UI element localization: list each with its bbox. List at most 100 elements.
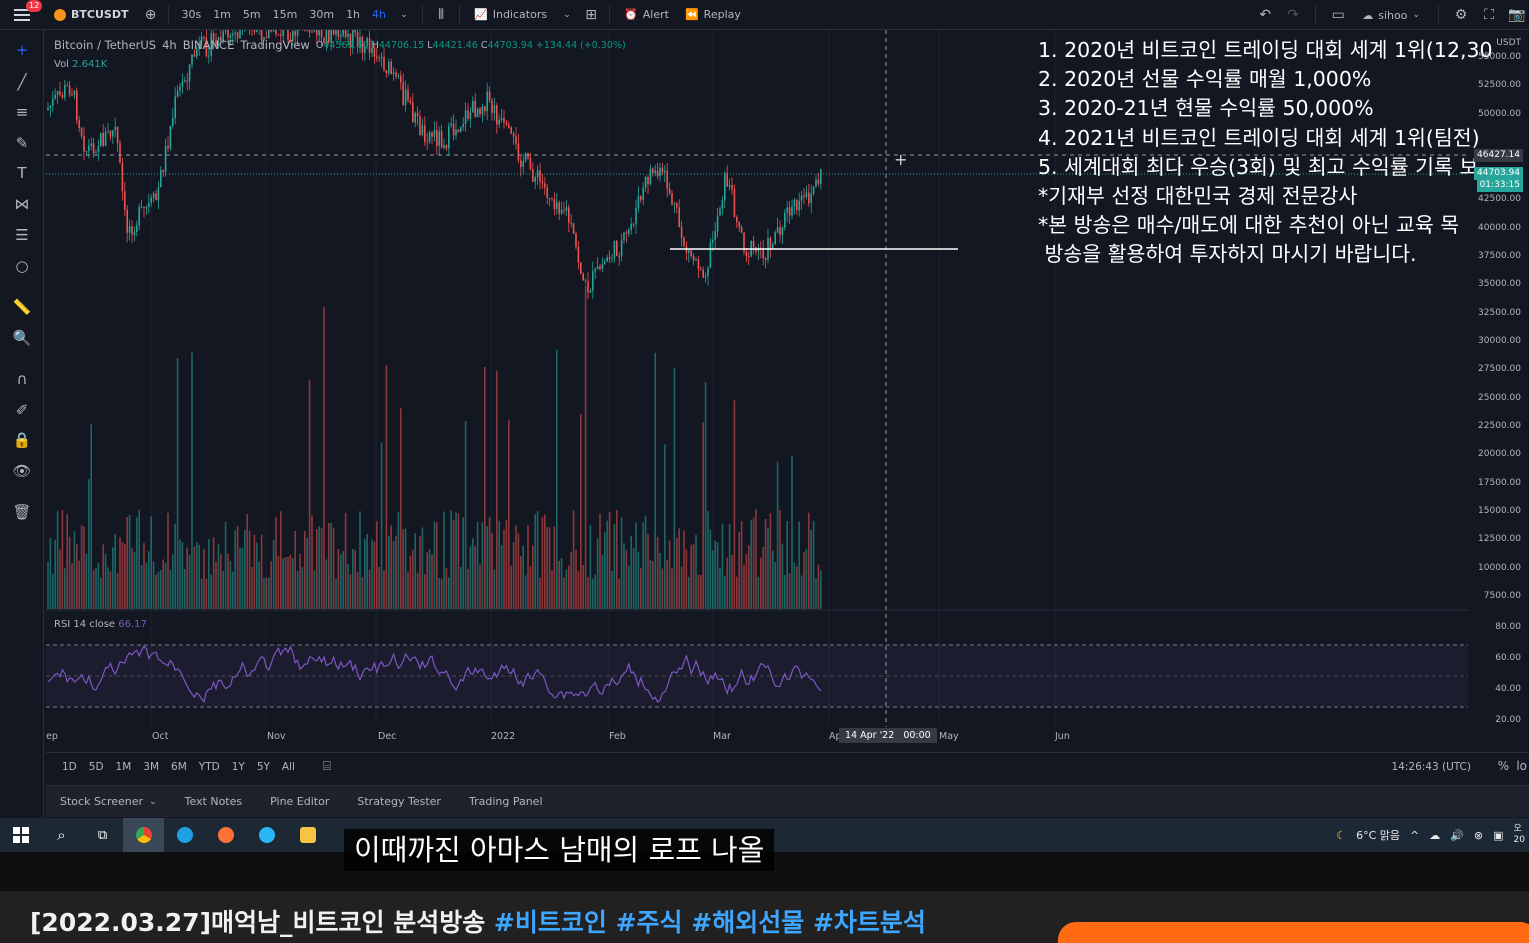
symbol-search[interactable]: BTCUSDT xyxy=(44,8,138,21)
undo-icon[interactable]: ↶ xyxy=(1253,7,1277,23)
svg-text:+: + xyxy=(894,150,907,169)
camera-icon[interactable]: 📷 xyxy=(1505,7,1529,23)
legend-source: TradingView xyxy=(240,38,310,52)
price-label: 50000.00 xyxy=(1478,109,1521,119)
redo-icon[interactable]: ↷ xyxy=(1281,7,1305,23)
interval-4h[interactable]: 4h xyxy=(366,8,392,21)
ruler-icon[interactable]: 📏 xyxy=(10,295,34,319)
tab-pine-editor[interactable]: Pine Editor xyxy=(256,786,343,818)
candle-style-icon[interactable]: ⫴ xyxy=(429,7,453,23)
crosshair-icon[interactable]: + xyxy=(10,38,34,62)
weather-label[interactable]: 6°C 맑음 xyxy=(1356,827,1400,843)
trendline-icon[interactable]: ╱ xyxy=(10,70,34,94)
separator xyxy=(1315,6,1317,24)
fullscreen-rect-icon[interactable]: ▭ xyxy=(1326,7,1350,23)
range-5d[interactable]: 5D xyxy=(83,761,110,773)
firefox-icon[interactable] xyxy=(205,818,246,852)
overlay-line: 방송을 활용하여 투자하지 마시기 바랍니다. xyxy=(1038,242,1417,267)
range-5y[interactable]: 5Y xyxy=(251,761,276,773)
interval-1h[interactable]: 1h xyxy=(340,8,366,21)
fib-icon[interactable]: ≡ xyxy=(10,100,34,124)
clock-fragment[interactable]: 오 20 xyxy=(1514,824,1525,846)
overlay-line: *기재부 선정 대한민국 경제 전문강사 xyxy=(1038,184,1358,209)
range-3m[interactable]: 3M xyxy=(137,761,165,773)
indicators-label: Indicators xyxy=(492,8,548,21)
hashtag-link[interactable]: #차트분석 xyxy=(813,908,926,937)
zoom-icon[interactable]: 🔍 xyxy=(10,326,34,350)
chevron-down-icon[interactable]: ⌄ xyxy=(555,10,579,20)
task-view-icon[interactable]: ⧉ xyxy=(82,818,123,852)
eye-icon[interactable]: 👁 xyxy=(10,459,34,483)
windows-start-icon[interactable] xyxy=(0,818,41,852)
trash-icon[interactable]: 🗑 xyxy=(10,500,34,524)
search-icon[interactable]: ⌕ xyxy=(41,818,82,852)
alert-button[interactable]: ⏰ Alert xyxy=(616,8,677,21)
bird-app-icon[interactable] xyxy=(246,818,287,852)
chevron-up-icon[interactable]: ^ xyxy=(1410,829,1419,842)
volume-legend[interactable]: Vol 2.641K xyxy=(54,59,107,70)
percent-toggle[interactable]: % xyxy=(1498,759,1509,773)
goto-date-icon[interactable]: ⌸ xyxy=(317,759,337,774)
range-1m[interactable]: 1M xyxy=(110,761,138,773)
chart-pane[interactable]: + Bitcoin / TetherUS 4h BINANCE TradingV… xyxy=(46,30,1529,750)
interval-5m[interactable]: 5m xyxy=(237,8,267,21)
hashtag-link[interactable]: #주식 xyxy=(616,908,683,937)
file-explorer-icon[interactable] xyxy=(287,818,328,852)
circle-icon[interactable]: ○ xyxy=(10,254,34,278)
orange-action-button[interactable] xyxy=(1058,922,1529,943)
indicators-button[interactable]: 📈 Indicators xyxy=(466,8,555,21)
magnet-icon[interactable]: ∩ xyxy=(10,367,34,391)
lock-pencil-icon[interactable]: ✐ xyxy=(10,398,34,422)
interval-30m[interactable]: 30m xyxy=(303,8,340,21)
text-icon[interactable]: T xyxy=(10,161,34,185)
indicators-icon: 📈 xyxy=(474,8,488,21)
tab-stock-screener[interactable]: Stock Screener ⌄ xyxy=(46,786,171,818)
replay-button[interactable]: ⏪ Replay xyxy=(677,8,749,21)
interval-15m[interactable]: 15m xyxy=(267,8,304,21)
rsi-axis-label: 40.00 xyxy=(1495,684,1521,694)
time-axis[interactable]: ep Oct Nov Dec 2022 Feb Mar Ap May Jun 1… xyxy=(46,727,1468,747)
expand-icon[interactable]: ⛶ xyxy=(1477,7,1501,23)
alarm-clock-icon: ⏰ xyxy=(624,8,638,21)
tab-strategy-tester[interactable]: Strategy Tester xyxy=(343,786,455,818)
chrome-icon[interactable] xyxy=(123,818,164,852)
hashtag-link[interactable]: #비트코인 xyxy=(494,908,607,937)
tab-text-notes[interactable]: Text Notes xyxy=(171,786,257,818)
ime-icon[interactable]: ▣ xyxy=(1493,829,1503,842)
tab-trading-panel[interactable]: Trading Panel xyxy=(455,786,557,818)
prediction-icon[interactable]: ☰ xyxy=(10,223,34,247)
layout-save-button[interactable]: ☁ sihoo ⌄ xyxy=(1354,9,1428,22)
layout-grid-icon[interactable]: ⊞ xyxy=(579,7,603,23)
menu-button[interactable]: 12 xyxy=(0,0,44,30)
log-toggle[interactable]: lo xyxy=(1516,759,1527,773)
price-axis[interactable]: USDT 55000.00 52500.00 50000.00 42500.00… xyxy=(1468,30,1529,750)
range-6m[interactable]: 6M xyxy=(165,761,193,773)
price-label: 52500.00 xyxy=(1478,80,1521,90)
gear-icon[interactable]: ⚙ xyxy=(1449,7,1473,23)
video-subtitle: 이때까진 아마스 남매의 로프 나올 xyxy=(344,829,775,871)
range-1y[interactable]: 1Y xyxy=(226,761,251,773)
interval-30s[interactable]: 30s xyxy=(175,8,207,21)
date-range-bar: 1D 5D 1M 3M 6M YTD 1Y 5Y All ⌸ 14:26:43 … xyxy=(46,752,1529,780)
symbol-title[interactable]: Bitcoin / TetherUS xyxy=(54,38,156,52)
network-icon[interactable]: ☁ xyxy=(1429,829,1440,842)
pattern-icon[interactable]: ⋈ xyxy=(10,192,34,216)
interval-1m[interactable]: 1m xyxy=(207,8,237,21)
close-circle-icon[interactable]: ⊗ xyxy=(1474,829,1483,842)
utc-clock[interactable]: 14:26:43 (UTC) xyxy=(1391,761,1471,773)
speaker-icon[interactable]: 🔊 xyxy=(1450,829,1464,842)
hashtag-link[interactable]: #해외선물 xyxy=(691,908,804,937)
range-all[interactable]: All xyxy=(276,761,301,773)
price-label: 30000.00 xyxy=(1478,336,1521,346)
compare-add-icon[interactable]: ⊕ xyxy=(138,7,162,23)
price-label: 7500.00 xyxy=(1483,591,1521,601)
lock-icon[interactable]: 🔒 xyxy=(10,428,34,452)
range-1d[interactable]: 1D xyxy=(56,761,83,773)
alert-label: Alert xyxy=(642,8,669,21)
user-label: sihoo xyxy=(1378,8,1408,22)
range-ytd[interactable]: YTD xyxy=(193,761,226,773)
chevron-down-icon[interactable]: ⌄ xyxy=(392,10,416,20)
brush-icon[interactable]: ✎ xyxy=(10,131,34,155)
edge-icon[interactable] xyxy=(164,818,205,852)
rsi-legend[interactable]: RSI 14 close 66.17 xyxy=(54,619,147,630)
